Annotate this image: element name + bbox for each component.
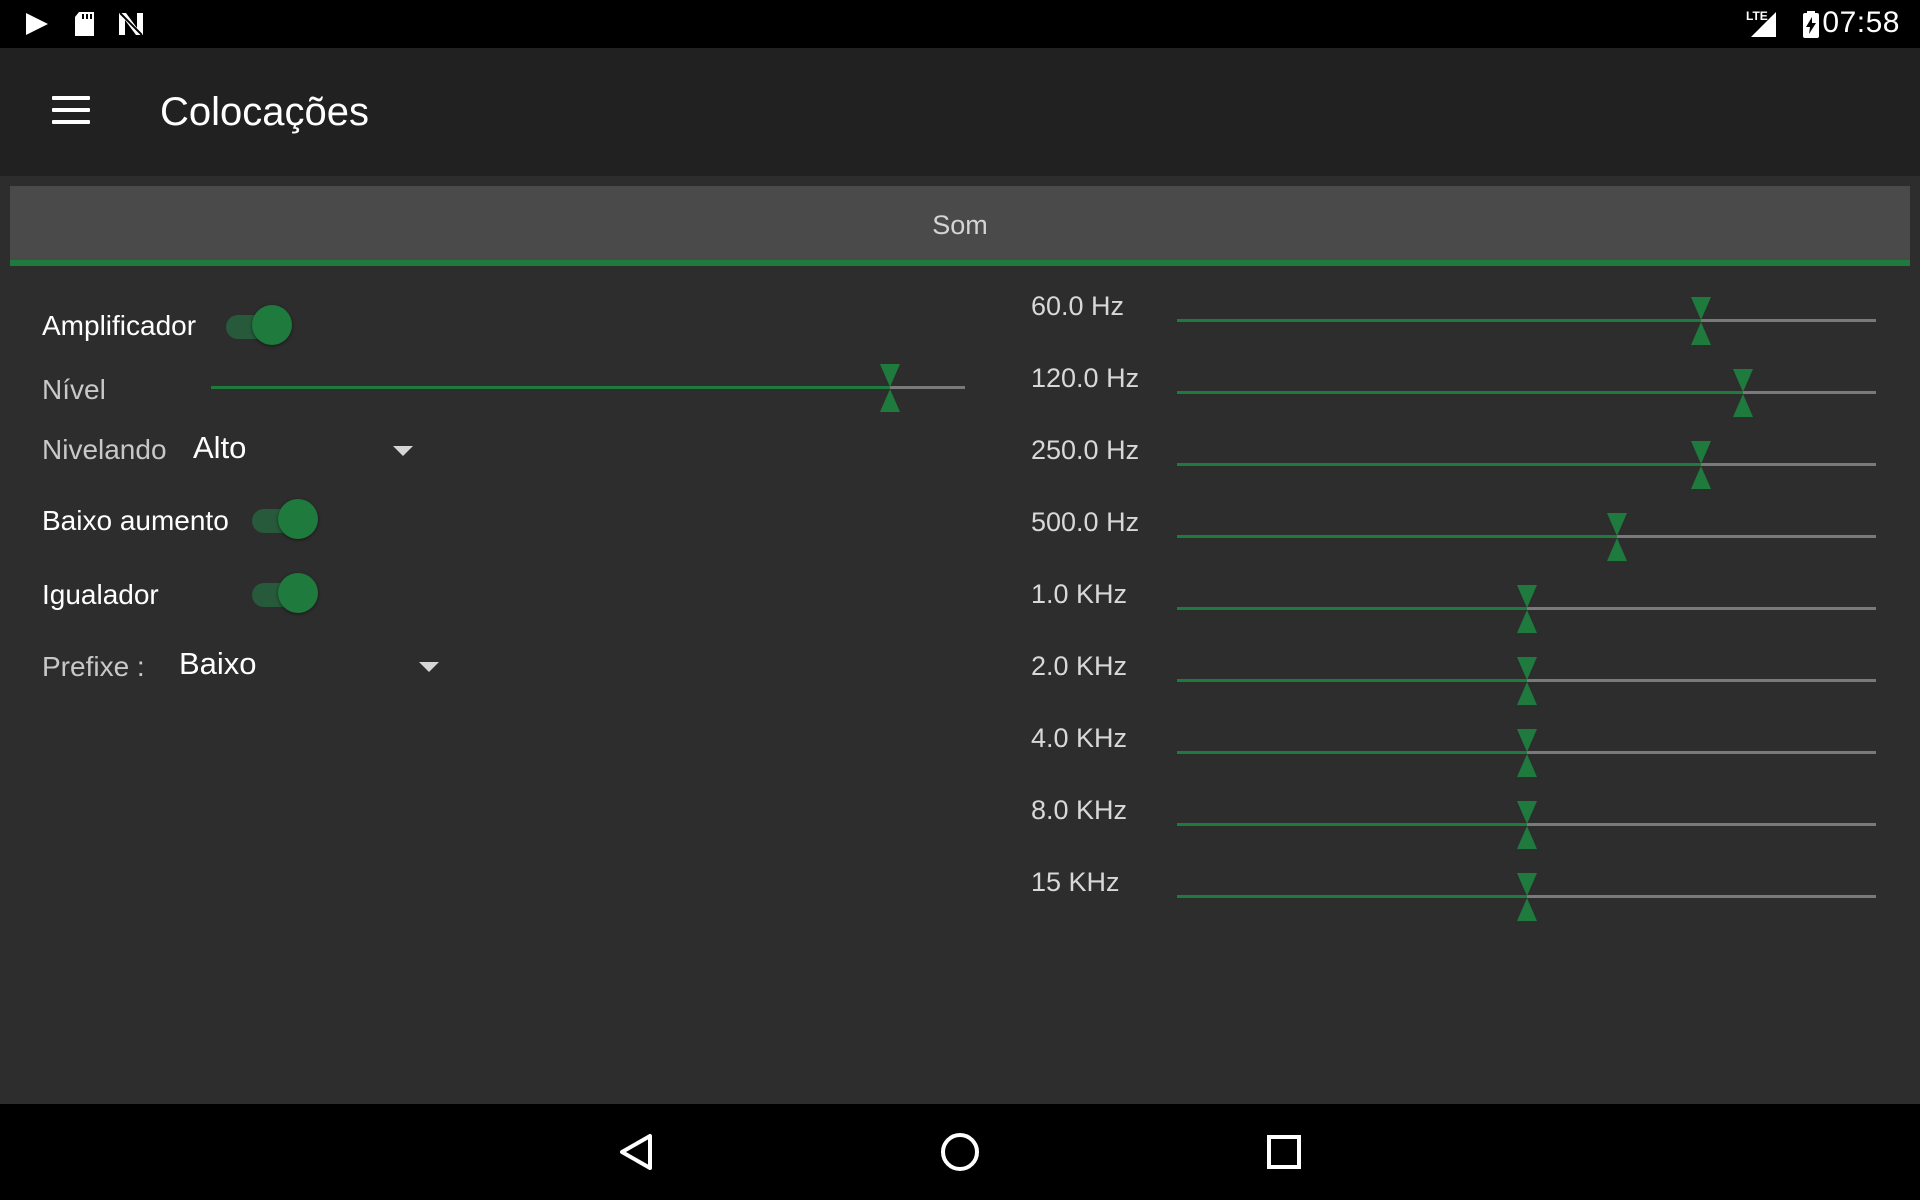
level-slider[interactable] bbox=[211, 363, 965, 413]
navigation-bar bbox=[0, 1104, 1920, 1200]
back-icon[interactable] bbox=[608, 1124, 664, 1180]
eq-band-slider[interactable] bbox=[1177, 440, 1876, 490]
tab-label: Som bbox=[932, 210, 988, 240]
eq-band-thumb[interactable] bbox=[1606, 512, 1628, 562]
eq-band-label: 15 KHz bbox=[1031, 867, 1120, 897]
preset-label: Prefixe : bbox=[42, 651, 145, 682]
sd-card-icon bbox=[75, 12, 94, 36]
preset-value: Baixo bbox=[179, 646, 257, 681]
hamburger-menu-icon[interactable] bbox=[46, 90, 98, 134]
signal-icon bbox=[1751, 12, 1776, 37]
home-icon[interactable] bbox=[932, 1124, 988, 1180]
recents-icon[interactable] bbox=[1256, 1124, 1312, 1180]
level-slider-thumb[interactable] bbox=[879, 363, 901, 413]
eq-band-slider[interactable] bbox=[1177, 368, 1876, 418]
eq-band-label: 8.0 KHz bbox=[1031, 795, 1128, 825]
eq-band-label: 500.0 Hz bbox=[1031, 507, 1140, 537]
eq-band-slider[interactable] bbox=[1177, 656, 1876, 706]
eq-band-thumb[interactable] bbox=[1516, 656, 1538, 706]
eq-band-slider[interactable] bbox=[1177, 512, 1876, 562]
equalizer-label: Igualador bbox=[42, 579, 159, 610]
bass-boost-label: Baixo aumento bbox=[42, 505, 229, 536]
status-bar: LTE 07:58 bbox=[0, 0, 1920, 48]
eq-band-slider[interactable] bbox=[1177, 584, 1876, 634]
eq-band-thumb[interactable] bbox=[1690, 296, 1712, 346]
eq-band-slider[interactable] bbox=[1177, 728, 1876, 778]
tab-som[interactable]: Som bbox=[10, 186, 1910, 266]
tab-indicator bbox=[10, 260, 1910, 266]
chevron-down-icon bbox=[393, 446, 413, 456]
leveling-label: Nivelando bbox=[42, 434, 167, 465]
eq-band-slider[interactable] bbox=[1177, 800, 1876, 850]
eq-band-thumb[interactable] bbox=[1690, 440, 1712, 490]
clock: 07:58 bbox=[1822, 6, 1900, 39]
equalizer-switch[interactable] bbox=[248, 571, 318, 615]
eq-band-thumb[interactable] bbox=[1516, 584, 1538, 634]
bass-boost-switch[interactable] bbox=[248, 497, 318, 541]
eq-band-slider[interactable] bbox=[1177, 296, 1876, 346]
eq-band-label: 60.0 Hz bbox=[1031, 291, 1125, 321]
leveling-value: Alto bbox=[193, 430, 247, 465]
eq-band-label: 4.0 KHz bbox=[1031, 723, 1128, 753]
level-label: Nível bbox=[42, 374, 106, 405]
preset-dropdown[interactable]: Baixo bbox=[179, 642, 439, 690]
eq-band-slider[interactable] bbox=[1177, 872, 1876, 922]
chevron-down-icon bbox=[419, 662, 439, 672]
eq-band-thumb[interactable] bbox=[1516, 728, 1538, 778]
page-title: Colocações bbox=[160, 90, 370, 134]
eq-band-thumb[interactable] bbox=[1516, 872, 1538, 922]
eq-band-thumb[interactable] bbox=[1732, 368, 1754, 418]
n-icon bbox=[119, 12, 143, 36]
eq-band-label: 1.0 KHz bbox=[1031, 579, 1128, 609]
eq-band-label: 2.0 KHz bbox=[1031, 651, 1128, 681]
amplifier-switch[interactable] bbox=[222, 303, 292, 347]
eq-band-label: 250.0 Hz bbox=[1031, 435, 1140, 465]
eq-band-label: 120.0 Hz bbox=[1031, 363, 1140, 393]
eq-band-thumb[interactable] bbox=[1516, 800, 1538, 850]
play-icon bbox=[26, 13, 48, 35]
amplifier-label: Amplificador bbox=[42, 310, 197, 341]
leveling-dropdown[interactable]: Alto bbox=[193, 426, 413, 474]
app-toolbar: Colocações bbox=[0, 48, 1920, 176]
